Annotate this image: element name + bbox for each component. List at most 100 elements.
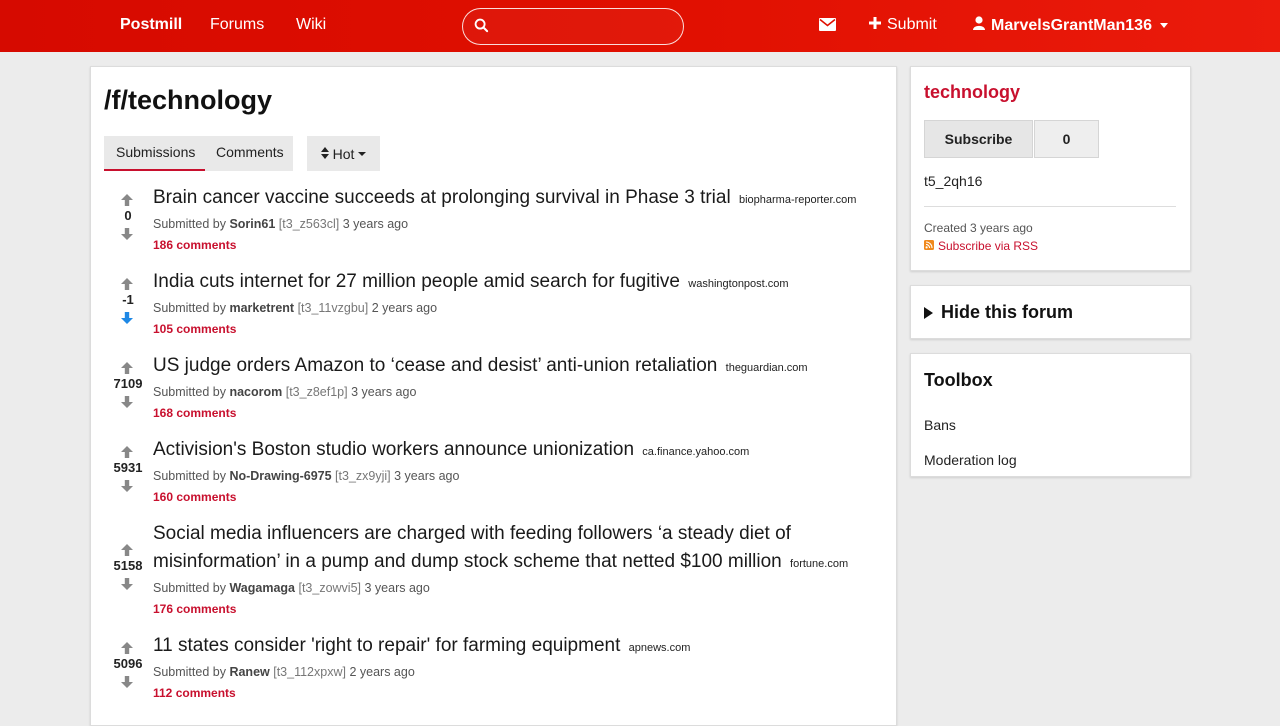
author-link[interactable]: Sorin61 — [229, 217, 275, 231]
submission-title-block: 11 states consider 'right to repair' for… — [153, 632, 881, 662]
comments-link[interactable]: 168 comments — [153, 406, 236, 420]
downvote-arrow-icon[interactable] — [121, 479, 133, 497]
top-navbar: Postmill Forums Wiki Submit MarvelsGrant… — [0, 0, 1280, 52]
view-tabs: Submissions Comments — [104, 136, 293, 171]
tab-submissions[interactable]: Submissions — [104, 136, 206, 171]
comments-link[interactable]: 160 comments — [153, 490, 236, 504]
downvote-arrow-icon[interactable] — [121, 675, 133, 693]
submission-id: [t3_zowvi5] — [298, 581, 361, 595]
downvote-arrow-icon[interactable] — [121, 227, 133, 245]
brand-logo-link[interactable]: Postmill — [120, 16, 182, 34]
submission-time: 3 years ago — [351, 385, 417, 399]
vote-score: 5096 — [113, 656, 143, 671]
forum-id: t5_2qh16 — [924, 173, 983, 189]
username: MarvelsGrantMan136 — [991, 16, 1152, 34]
submission-time: 3 years ago — [342, 217, 409, 231]
submission-id: [t3_112xpxw] — [273, 665, 346, 679]
downvote-arrow-icon[interactable] — [121, 395, 133, 413]
search-icon — [474, 18, 489, 38]
submission-title-link[interactable]: Activision's Boston studio workers annou… — [153, 439, 634, 460]
comments-link[interactable]: 105 comments — [153, 322, 236, 336]
submission-id: [t3_z563cl] — [278, 217, 340, 231]
author-link[interactable]: marketrent — [229, 301, 294, 315]
chevron-down-icon — [358, 151, 367, 156]
submission-title-block: India cuts internet for 27 million peopl… — [153, 268, 881, 298]
main-content-panel: /f/technology Submissions Comments Hot 0… — [90, 66, 897, 726]
downvote-arrow-icon[interactable] — [121, 311, 133, 329]
submission-domain: apnews.com — [628, 642, 691, 654]
submission-time: 3 years ago — [394, 469, 460, 483]
vote-score: 7109 — [113, 376, 143, 391]
submission-domain: washingtonpost.com — [688, 278, 789, 290]
rss-icon — [924, 239, 934, 253]
messages-link[interactable] — [819, 18, 836, 36]
rss-subscribe-link[interactable]: Subscribe via RSS — [924, 239, 1038, 253]
hide-forum-label: Hide this forum — [941, 302, 1074, 322]
submission-domain: ca.finance.yahoo.com — [642, 446, 750, 458]
toolbox-moderation-log-link[interactable]: Moderation log — [924, 452, 1017, 468]
toolbox-bans-link[interactable]: Bans — [924, 417, 956, 433]
submitted-by-label: Submitted by — [153, 385, 226, 399]
nav-wiki-link[interactable]: Wiki — [296, 16, 326, 34]
submission-title-block: Activision's Boston studio workers annou… — [153, 436, 881, 466]
toolbox-card: Toolbox Bans Moderation log — [910, 353, 1191, 477]
user-icon — [973, 16, 985, 35]
hide-forum-toggle[interactable]: Hide this forum — [924, 302, 1073, 323]
forum-created-date: Created 3 years ago — [924, 221, 1033, 235]
submitted-by-label: Submitted by — [153, 469, 226, 483]
submission-title-block: Social media influencers are charged wit… — [153, 520, 881, 578]
toolbox-title: Toolbox — [924, 370, 993, 390]
submission-title-link[interactable]: Social media influencers are charged wit… — [153, 523, 791, 572]
submission-title-link[interactable]: India cuts internet for 27 million peopl… — [153, 271, 680, 292]
vote-score: 0 — [124, 208, 132, 223]
user-menu-dropdown[interactable]: MarvelsGrantMan136 — [973, 16, 1168, 35]
submission-meta: Submitted by marketrent [t3_11vzgbu] 2 y… — [153, 301, 437, 315]
subscribe-button[interactable]: Subscribe — [924, 120, 1033, 158]
sort-dropdown[interactable]: Hot — [307, 136, 380, 171]
submission-title-block: Brain cancer vaccine succeeds at prolong… — [153, 184, 881, 214]
submit-label: Submit — [887, 16, 937, 33]
page-title: /f/technology — [104, 85, 272, 115]
plus-icon — [869, 16, 881, 34]
submission-meta: Submitted by Ranew [t3_112xpxw] 2 years … — [153, 665, 415, 679]
sort-icon — [320, 146, 329, 162]
submission-id: [t3_z8ef1p] — [285, 385, 348, 399]
hide-forum-card[interactable]: Hide this forum — [910, 285, 1191, 339]
submission-id: [t3_11vzgbu] — [297, 301, 369, 315]
submission-time: 2 years ago — [349, 665, 415, 679]
submission-title-link[interactable]: US judge orders Amazon to ‘cease and des… — [153, 355, 717, 376]
submission-time: 3 years ago — [364, 581, 430, 595]
author-link[interactable]: nacorom — [229, 385, 282, 399]
submission-domain: fortune.com — [790, 558, 849, 570]
triangle-right-icon — [924, 306, 933, 319]
search-box[interactable] — [462, 8, 684, 45]
submitted-by-label: Submitted by — [153, 581, 226, 595]
divider — [924, 206, 1176, 207]
submit-link[interactable]: Submit — [869, 16, 937, 34]
submission-time: 2 years ago — [371, 301, 438, 315]
vote-score: 5931 — [113, 460, 143, 475]
sort-label: Hot — [332, 145, 355, 162]
author-link[interactable]: Wagamaga — [229, 581, 295, 595]
submission-title-link[interactable]: Brain cancer vaccine succeeds at prolong… — [153, 187, 731, 208]
submitted-by-label: Submitted by — [153, 301, 226, 315]
tab-comments[interactable]: Comments — [205, 136, 294, 171]
comments-link[interactable]: 112 comments — [153, 686, 236, 700]
downvote-arrow-icon[interactable] — [121, 577, 133, 595]
submission-id: [t3_zx9yji] — [335, 469, 391, 483]
vote-score: -1 — [122, 292, 134, 307]
submission-meta: Submitted by No-Drawing-6975 [t3_zx9yji]… — [153, 469, 459, 483]
comments-link[interactable]: 186 comments — [153, 238, 236, 252]
submission-title-link[interactable]: 11 states consider 'right to repair' for… — [153, 635, 620, 656]
search-input[interactable] — [497, 15, 673, 39]
nav-forums-link[interactable]: Forums — [210, 16, 264, 34]
sidebar-forum-name[interactable]: technology — [924, 82, 1020, 103]
author-link[interactable]: Ranew — [229, 665, 269, 679]
submission-title-block: US judge orders Amazon to ‘cease and des… — [153, 352, 881, 382]
rss-label: Subscribe via RSS — [938, 239, 1039, 253]
author-link[interactable]: No-Drawing-6975 — [229, 469, 331, 483]
submission-meta: Submitted by nacorom [t3_z8ef1p] 3 years… — [153, 385, 416, 399]
comments-link[interactable]: 176 comments — [153, 602, 236, 616]
vote-score: 5158 — [113, 558, 143, 573]
forum-info-card: technology Subscribe 0 t5_2qh16 Created … — [910, 66, 1191, 271]
